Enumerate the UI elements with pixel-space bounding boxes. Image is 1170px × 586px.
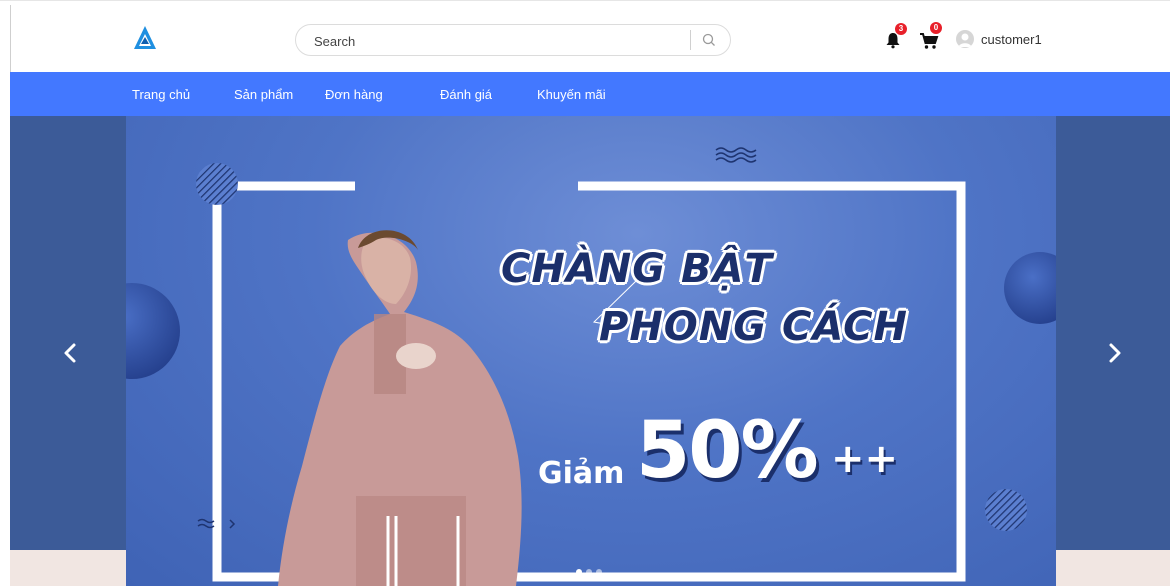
banner-side-strip-left (10, 550, 126, 586)
notification-count-badge: 3 (895, 23, 907, 35)
banner-headline-line1: CHÀNG BẬT (501, 246, 773, 292)
cart-icon[interactable] (919, 32, 939, 50)
nav-item-promotions[interactable]: Khuyến mãi (537, 87, 606, 102)
nav-item-products[interactable]: Sản phẩm (234, 87, 293, 102)
banner-slide[interactable]: CHÀNG BẬT PHONG CÁCH Giảm 50% ++ (126, 116, 1056, 586)
banner-decoration (126, 147, 1056, 586)
user-avatar-icon[interactable] (956, 30, 974, 48)
banner-promo-suffix: ++ (831, 436, 899, 482)
carousel-dot[interactable] (596, 569, 602, 575)
carousel-dot[interactable] (576, 569, 582, 575)
banner-promo-value: 50% (636, 406, 819, 496)
chevron-left-icon[interactable] (56, 336, 86, 370)
nav-item-home[interactable]: Trang chủ (132, 87, 190, 102)
main-nav: Trang chủ Sản phẩm Đơn hàng Đánh giá Khu… (10, 72, 1170, 116)
header: 3 0 customer1 (0, 0, 1170, 72)
cart-count-badge: 0 (930, 22, 942, 34)
banner-promo-label: Giảm (538, 456, 625, 491)
triangle-logo-icon[interactable] (133, 25, 157, 51)
search-input[interactable] (314, 31, 674, 51)
banner-headline-line2: PHONG CÁCH (599, 304, 908, 350)
page: 3 0 customer1 Trang chủ Sản phẩm Đơn hàn… (0, 0, 1170, 586)
search-icon[interactable] (701, 32, 717, 48)
carousel-dot[interactable] (586, 569, 592, 575)
search-bar (295, 24, 731, 56)
nav-item-reviews[interactable]: Đánh giá (440, 87, 492, 102)
banner-side-strip-right (1056, 550, 1170, 586)
carousel-indicators (576, 562, 606, 575)
search-divider (690, 30, 691, 50)
username-label[interactable]: customer1 (981, 32, 1042, 47)
nav-item-orders[interactable]: Đơn hàng (325, 87, 383, 102)
chevron-right-icon[interactable] (1100, 336, 1130, 370)
